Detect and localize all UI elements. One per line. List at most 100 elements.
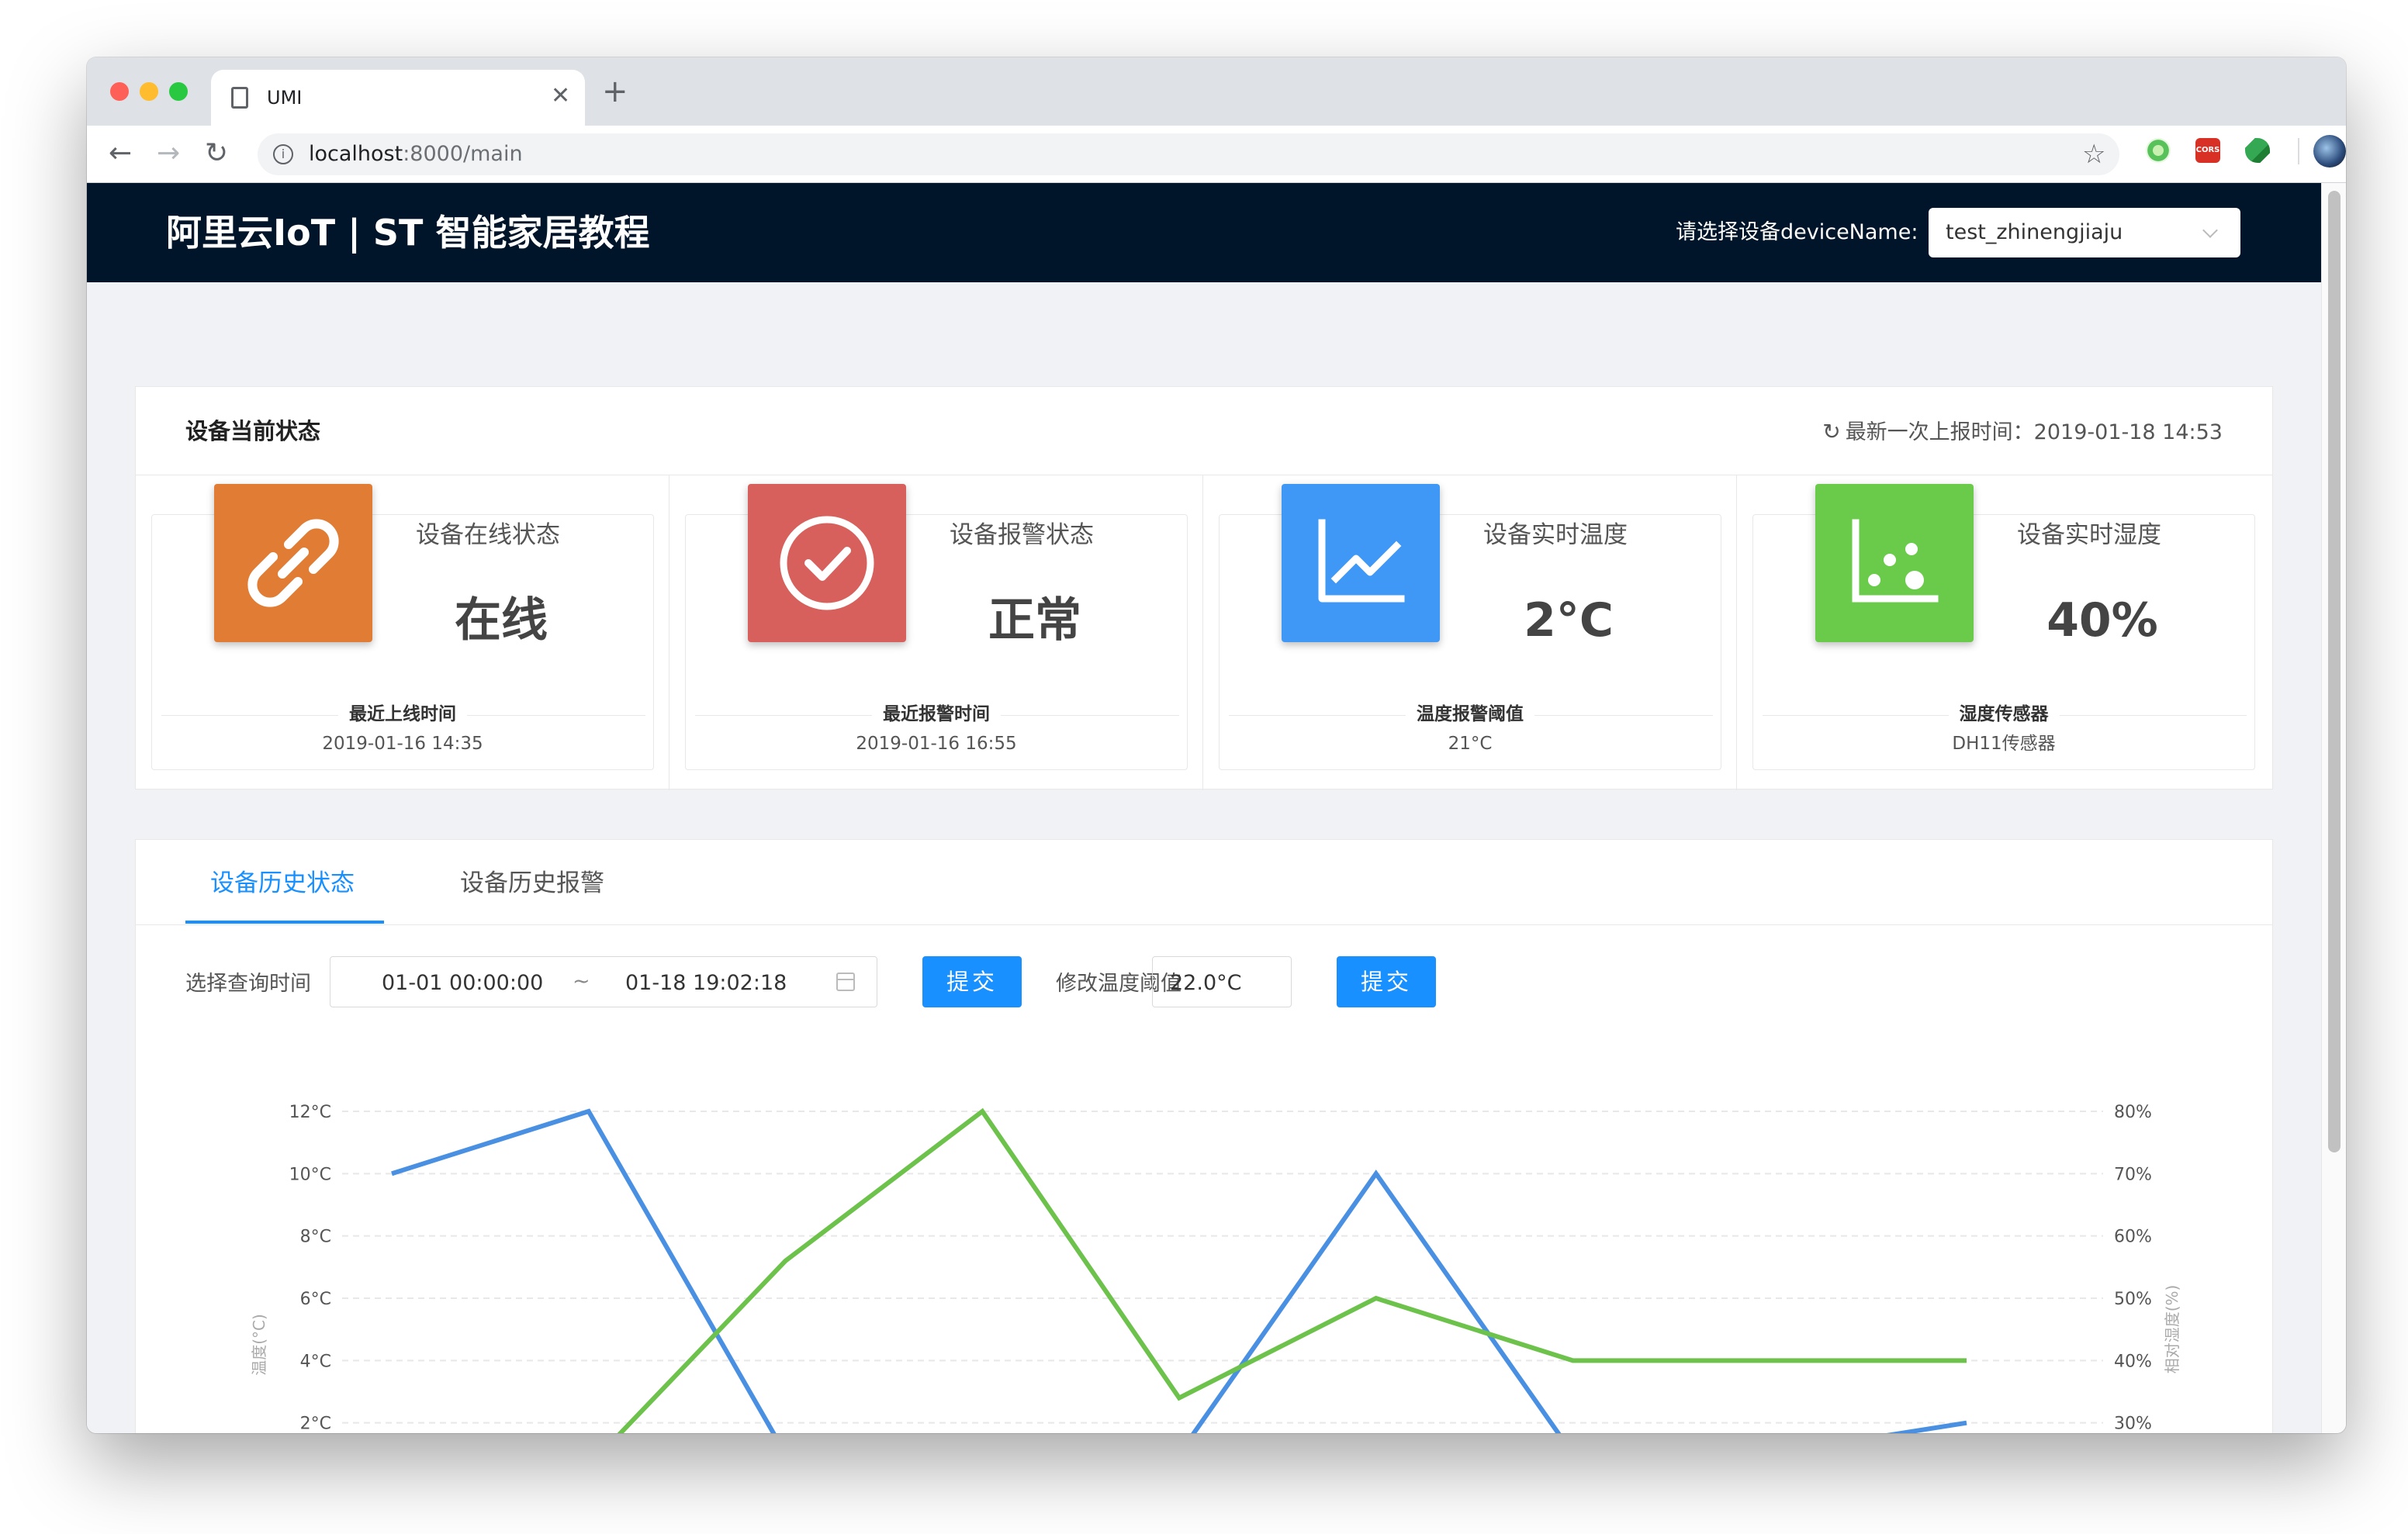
history-card: 设备历史状态 设备历史报警 选择查询时间 01-01 00:00:00 ~ 01…	[135, 839, 2273, 1433]
right-tick-label: 40%	[2114, 1352, 2152, 1371]
forward-icon[interactable]: →	[157, 135, 180, 172]
chevron-down-icon	[2202, 223, 2218, 238]
url-rest: :8000/main	[403, 142, 523, 166]
status-card-title: 设备当前状态	[185, 418, 321, 444]
left-axis-label: 温度(°C)	[250, 1314, 268, 1376]
link-icon	[247, 519, 339, 607]
online-tile	[214, 484, 372, 642]
avatar[interactable]	[2313, 135, 2346, 168]
url-host: localhost	[309, 142, 403, 166]
series-line-0	[391, 1108, 1967, 1433]
alarm-value: 正常	[988, 593, 1081, 648]
device-status-card: 设备当前状态 ↻ 最新一次上报时间：2019-01-18 14:53 设备在线状…	[135, 386, 2274, 790]
humidity-sub-label: 湿度传感器	[1948, 704, 2060, 724]
right-axis-ticks: 20%30%40%50%60%70%80%	[2114, 1103, 2152, 1433]
device-select-label: 请选择设备deviceName:	[1676, 220, 1918, 244]
close-icon[interactable]: ✕	[551, 82, 570, 110]
page-scrollbar[interactable]	[2321, 183, 2346, 1433]
dot-chart-icon	[1852, 519, 1939, 603]
right-tick-label: 30%	[2114, 1415, 2152, 1433]
star-icon[interactable]: ☆	[2082, 138, 2105, 171]
reload-icon[interactable]: ↻	[205, 135, 228, 172]
browser-toolbar: ← → ↻ i localhost:8000/main ☆ CORS ⋮	[87, 126, 2346, 183]
online-value: 在线	[455, 593, 548, 648]
chart-series	[391, 1107, 1967, 1433]
right-tick-label: 50%	[2114, 1290, 2152, 1309]
toolbar-separator	[2298, 138, 2299, 164]
tab-history-status[interactable]: 设备历史状态	[210, 866, 355, 900]
temperature-sub-label: 温度报警阈值	[1406, 704, 1534, 724]
status-col-alarm: 设备报警状态 正常 最近报警时间 2019-01-16 16:55	[669, 475, 1203, 790]
close-window-button[interactable]	[110, 82, 129, 101]
check-circle-icon	[780, 516, 874, 610]
threshold-input[interactable]: 22.0°C	[1152, 956, 1292, 1007]
maximize-window-button[interactable]	[169, 82, 188, 101]
device-select-value: test_zhinengjiaju	[1946, 220, 2123, 244]
right-tick-label: 70%	[2114, 1165, 2152, 1184]
app-header: 阿里云IoT | ST 智能家居教程 请选择设备deviceName: test…	[87, 183, 2321, 282]
query-time-label: 选择查询时间	[185, 972, 311, 996]
humidity-tile	[1815, 484, 1974, 642]
plus-icon[interactable]: +	[602, 74, 628, 109]
extension-icon[interactable]	[2146, 138, 2171, 163]
tab-history-alarm[interactable]: 设备历史报警	[460, 866, 604, 900]
scrollbar-thumb[interactable]	[2328, 191, 2341, 1152]
series-line-1	[617, 1107, 1967, 1433]
back-icon[interactable]: ←	[109, 135, 132, 172]
status-mini-card: 设备实时温度 2°C 温度报警阈值 21°C	[1219, 484, 1721, 770]
status-mini-card: 设备在线状态 在线 最近上线时间 2019-01-16 14:35	[151, 484, 654, 770]
submit-threshold-button[interactable]: 提交	[1337, 956, 1436, 1007]
humidity-sub-value: DH11传感器	[1952, 734, 2056, 754]
status-mini-card: 设备实时湿度 40% 湿度传感器 DH11传感器	[1752, 484, 2255, 770]
humidity-label: 设备实时湿度	[2017, 521, 2161, 549]
left-tick-label: 8°C	[300, 1228, 331, 1247]
left-tick-label: 10°C	[289, 1165, 331, 1184]
history-line-chart: 0°C2°C4°C6°C8°C10°C12°C 20%30%40%50%60%7…	[250, 1103, 2181, 1433]
app-content: 阿里云IoT | ST 智能家居教程 请选择设备deviceName: test…	[87, 183, 2321, 1433]
range-start[interactable]: 01-01 00:00:00	[382, 968, 543, 999]
status-col-online: 设备在线状态 在线 最近上线时间 2019-01-16 14:35	[136, 475, 669, 790]
browser-tab[interactable]: UMI ✕	[211, 70, 585, 126]
calendar-icon[interactable]	[836, 973, 855, 991]
tab-title: UMI	[267, 87, 303, 109]
right-axis-label: 相对湿度(%)	[2163, 1285, 2181, 1374]
alarm-sub-label: 最近报警时间	[872, 704, 1001, 724]
info-icon[interactable]: i	[273, 144, 293, 164]
humidity-value: 40%	[2046, 593, 2158, 648]
file-icon	[231, 87, 248, 109]
range-end[interactable]: 01-18 19:02:18	[625, 968, 787, 999]
status-card-header: 设备当前状态 ↻ 最新一次上报时间：2019-01-18 14:53	[136, 387, 2272, 475]
status-col-humidity: 设备实时湿度 40% 湿度传感器 DH11传感器	[1737, 475, 2274, 790]
leaf-extension-icon[interactable]	[2245, 138, 2270, 163]
last-report-text: 最新一次上报时间：2019-01-18 14:53	[1845, 420, 2223, 444]
right-tick-label: 80%	[2114, 1103, 2152, 1122]
last-report-time[interactable]: ↻ 最新一次上报时间：2019-01-18 14:53	[1822, 416, 2223, 448]
left-tick-label: 2°C	[300, 1415, 331, 1433]
device-select[interactable]: test_zhinengjiaju	[1929, 208, 2240, 257]
address-bar[interactable]: i localhost:8000/main ☆	[258, 133, 2119, 175]
browser-window: UMI ✕ + ← → ↻ i localhost:8000/main ☆ CO…	[87, 57, 2346, 1433]
line-chart-icon	[1318, 519, 1405, 603]
chart-grid	[342, 1111, 2103, 1424]
threshold-value[interactable]: 22.0°C	[1170, 968, 1241, 999]
url-text: localhost:8000/main	[309, 140, 523, 168]
left-tick-label: 6°C	[300, 1290, 331, 1309]
status-col-temperature: 设备实时温度 2°C 温度报警阈值 21°C	[1203, 475, 1737, 790]
left-axis-ticks: 0°C2°C4°C6°C8°C10°C12°C	[289, 1103, 331, 1433]
date-range-picker[interactable]: 01-01 00:00:00 ~ 01-18 19:02:18	[330, 956, 877, 1007]
refresh-icon[interactable]: ↻	[1822, 419, 1840, 444]
cors-extension-icon[interactable]: CORS	[2195, 138, 2220, 163]
alarm-label: 设备报警状态	[950, 521, 1094, 549]
minimize-window-button[interactable]	[140, 82, 158, 101]
query-form: 选择查询时间 01-01 00:00:00 ~ 01-18 19:02:18 提…	[136, 956, 2272, 1011]
temperature-value: 2°C	[1524, 593, 1614, 648]
left-tick-label: 12°C	[289, 1103, 331, 1122]
tab-bar: UMI ✕ +	[87, 57, 2346, 126]
alarm-sub-value: 2019-01-16 16:55	[856, 734, 1017, 754]
page-title: 阿里云IoT | ST 智能家居教程	[166, 212, 650, 254]
submit-query-button[interactable]: 提交	[922, 956, 1022, 1007]
alarm-tile	[748, 484, 906, 642]
left-tick-label: 4°C	[300, 1352, 331, 1371]
temperature-sub-value: 21°C	[1448, 734, 1493, 754]
online-label: 设备在线状态	[416, 521, 560, 549]
